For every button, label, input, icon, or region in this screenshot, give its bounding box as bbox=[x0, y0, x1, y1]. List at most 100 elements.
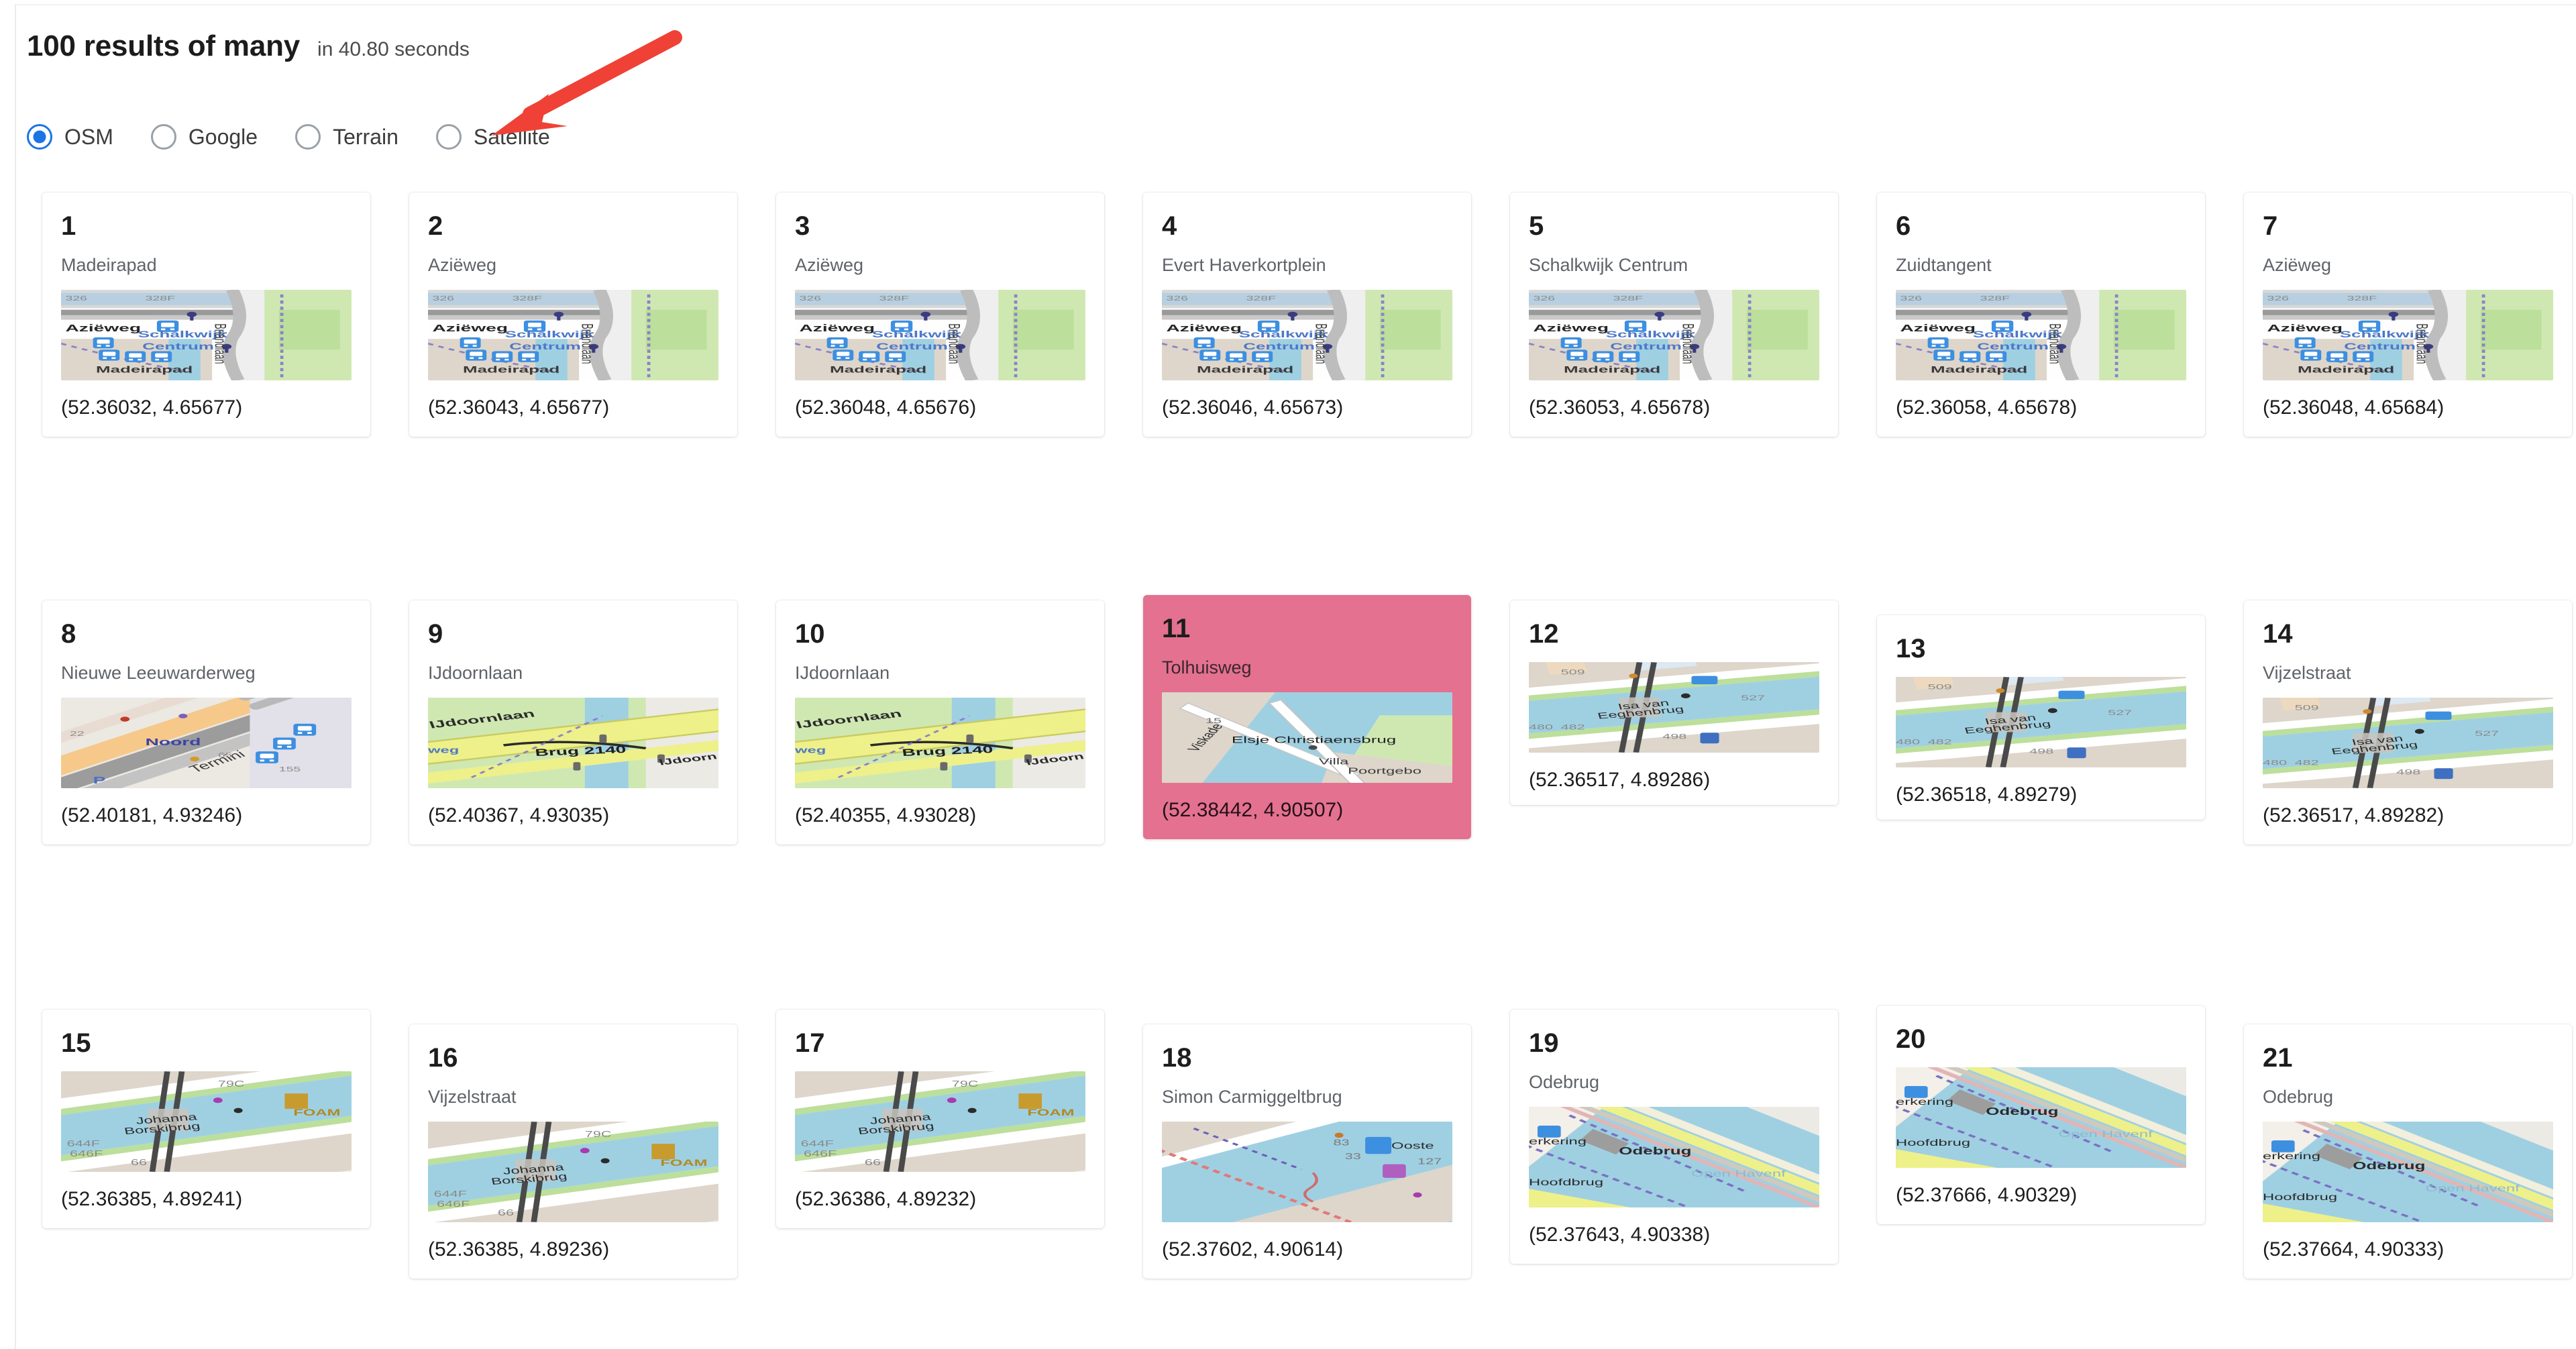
map-thumbnail[interactable]: OdebrugerkeringHoofdbrugOpen Havenf bbox=[2263, 1122, 2553, 1222]
result-card[interactable]: 18Simon CarmiggeltbrugOoste8333127(52.37… bbox=[1143, 1024, 1471, 1279]
svg-text:Madeirapad: Madeirapad bbox=[463, 365, 559, 375]
svg-text:66: 66 bbox=[131, 1157, 147, 1167]
result-card[interactable]: 6ZuidtangentAziëwegSchalkwijkCentrumMade… bbox=[1877, 193, 2205, 437]
result-index: 6 bbox=[1896, 213, 2186, 239]
result-card[interactable]: 7AziëwegAziëwegSchalkwijkCentrumMadeirap… bbox=[2244, 193, 2572, 437]
result-card[interactable]: 13Isa vanEeghenbrug509527480482498(52.36… bbox=[1877, 615, 2205, 820]
basemap-radio-group[interactable]: OSM Google Terrain Satellite bbox=[27, 124, 588, 150]
map-thumbnail[interactable]: AziëwegSchalkwijkCentrumMadeirapadBriand… bbox=[2263, 290, 2553, 380]
radio-osm-icon[interactable] bbox=[27, 124, 52, 150]
result-name: Evert Haverkortplein bbox=[1162, 254, 1452, 276]
map-thumbnail[interactable]: NoordTermini2265155P bbox=[61, 698, 352, 788]
map-thumbnail[interactable]: JohannaBorskibrugFOAM79C644F646F66 bbox=[795, 1071, 1085, 1172]
map-thumbnail[interactable]: Ooste8333127 bbox=[1162, 1122, 1452, 1222]
svg-text:326: 326 bbox=[1166, 294, 1188, 302]
result-name: Madeirapad bbox=[61, 254, 352, 276]
svg-text:644F: 644F bbox=[801, 1138, 835, 1148]
result-card[interactable]: 9IJdoornlaanIJdoornlaanBrug 2140IJdoornw… bbox=[409, 600, 737, 845]
map-thumbnail[interactable]: JohannaBorskibrugFOAM79C644F646F66 bbox=[428, 1122, 718, 1222]
result-card[interactable]: 17JohannaBorskibrugFOAM79C644F646F66(52.… bbox=[776, 1010, 1104, 1228]
results-elapsed-time: in 40.80 seconds bbox=[317, 38, 470, 61]
result-card[interactable]: 20OdebrugerkeringHoofdbrugOpen Havenf(52… bbox=[1877, 1006, 2205, 1224]
svg-text:509: 509 bbox=[1561, 667, 1585, 676]
svg-text:328F: 328F bbox=[1246, 294, 1276, 302]
radio-satellite-icon[interactable] bbox=[436, 124, 462, 150]
result-card[interactable]: 10IJdoornlaanIJdoornlaanBrug 2140IJdoorn… bbox=[776, 600, 1104, 845]
svg-text:Aziëweg: Aziëweg bbox=[65, 323, 141, 334]
result-card[interactable]: 21OdebrugOdebrugerkeringHoofdbrugOpen Ha… bbox=[2244, 1024, 2572, 1279]
map-thumbnail[interactable]: AziëwegSchalkwijkCentrumMadeirapadBriand… bbox=[1896, 290, 2186, 380]
svg-text:Briandlaan: Briandlaan bbox=[1678, 323, 1696, 364]
svg-text:646F: 646F bbox=[70, 1149, 103, 1158]
svg-text:Aziëweg: Aziëweg bbox=[799, 323, 875, 334]
result-card[interactable]: 15JohannaBorskibrugFOAM79C644F646F66(52.… bbox=[42, 1010, 370, 1228]
result-card[interactable]: 19OdebrugOdebrugerkeringHoofdbrugOpen Ha… bbox=[1510, 1010, 1838, 1264]
svg-text:Ooste: Ooste bbox=[1391, 1141, 1434, 1152]
result-name: IJdoornlaan bbox=[428, 662, 718, 684]
map-thumbnail[interactable]: AziëwegSchalkwijkCentrumMadeirapadBriand… bbox=[428, 290, 718, 380]
map-thumbnail[interactable]: Isa vanEeghenbrug509527480482498 bbox=[1529, 662, 1819, 753]
svg-text:Aziëweg: Aziëweg bbox=[1166, 323, 1242, 334]
svg-text:33: 33 bbox=[1345, 1151, 1361, 1161]
map-thumbnail-image: NoordTermini2265155P bbox=[61, 698, 352, 788]
result-card[interactable]: 12Isa vanEeghenbrug509527480482498(52.36… bbox=[1510, 600, 1838, 805]
result-coordinates: (52.40367, 4.93035) bbox=[428, 804, 718, 827]
result-card[interactable]: 8Nieuwe LeeuwarderwegNoordTermini2265155… bbox=[42, 600, 370, 845]
svg-text:Open Havenf: Open Havenf bbox=[1691, 1169, 1786, 1179]
map-thumbnail[interactable]: Isa vanEeghenbrug509527480482498 bbox=[1896, 677, 2186, 767]
map-thumbnail[interactable]: IJdoornlaanBrug 2140IJdoornweg bbox=[428, 698, 718, 788]
results-count: 100 results of many bbox=[27, 30, 300, 63]
result-card[interactable]: 16VijzelstraatJohannaBorskibrugFOAM79C64… bbox=[409, 1024, 737, 1279]
svg-text:Villa: Villa bbox=[1319, 757, 1349, 767]
result-index: 20 bbox=[1896, 1026, 2186, 1053]
map-thumbnail[interactable]: AziëwegSchalkwijkCentrumMadeirapadBriand… bbox=[61, 290, 352, 380]
map-thumbnail-image: IJdoornlaanBrug 2140IJdoornweg bbox=[428, 698, 718, 788]
result-card[interactable]: 4Evert HaverkortpleinAziëwegSchalkwijkCe… bbox=[1143, 193, 1471, 437]
result-card[interactable]: 14VijzelstraatIsa vanEeghenbrug509527480… bbox=[2244, 600, 2572, 845]
map-thumbnail[interactable]: ViskadeElsje ChristiaensbrugVillaPoortge… bbox=[1162, 692, 1452, 783]
result-index: 16 bbox=[428, 1044, 718, 1071]
map-thumbnail[interactable]: OdebrugerkeringHoofdbrugOpen Havenf bbox=[1896, 1067, 2186, 1168]
svg-text:65: 65 bbox=[218, 752, 233, 759]
svg-text:482: 482 bbox=[1928, 737, 1952, 746]
svg-text:Centrum: Centrum bbox=[2344, 341, 2416, 352]
result-coordinates: (52.40181, 4.93246) bbox=[61, 804, 352, 827]
svg-text:328F: 328F bbox=[1980, 294, 2010, 302]
result-card[interactable]: 11TolhuiswegViskadeElsje Christiaensbrug… bbox=[1143, 595, 1471, 839]
radio-terrain-icon[interactable] bbox=[295, 124, 321, 150]
svg-text:509: 509 bbox=[1928, 682, 1952, 691]
map-thumbnail-image: OdebrugerkeringHoofdbrugOpen Havenf bbox=[2263, 1122, 2553, 1222]
result-name: IJdoornlaan bbox=[795, 662, 1085, 684]
svg-text:Open Havenf: Open Havenf bbox=[2425, 1183, 2520, 1194]
basemap-option-satellite[interactable]: Satellite bbox=[436, 124, 550, 150]
map-thumbnail[interactable]: AziëwegSchalkwijkCentrumMadeirapadBriand… bbox=[795, 290, 1085, 380]
svg-text:Hoofdbrug: Hoofdbrug bbox=[1529, 1177, 1603, 1188]
map-thumbnail[interactable]: AziëwegSchalkwijkCentrumMadeirapadBriand… bbox=[1529, 290, 1819, 380]
svg-text:527: 527 bbox=[1741, 694, 1765, 702]
basemap-option-terrain[interactable]: Terrain bbox=[295, 124, 398, 150]
svg-text:Briandlaan: Briandlaan bbox=[2045, 323, 2063, 364]
svg-text:weg: weg bbox=[795, 746, 826, 755]
svg-text:erkering: erkering bbox=[2263, 1151, 2320, 1162]
map-thumbnail[interactable]: JohannaBorskibrugFOAM79C644F646F66 bbox=[61, 1071, 352, 1172]
result-card[interactable]: 5Schalkwijk CentrumAziëwegSchalkwijkCent… bbox=[1510, 193, 1838, 437]
map-thumbnail[interactable]: OdebrugerkeringHoofdbrugOpen Havenf bbox=[1529, 1107, 1819, 1207]
map-thumbnail-image: JohannaBorskibrugFOAM79C644F646F66 bbox=[428, 1122, 718, 1222]
basemap-option-label: Satellite bbox=[474, 125, 550, 150]
map-thumbnail-image: Isa vanEeghenbrug509527480482498 bbox=[1529, 662, 1819, 753]
radio-google-icon[interactable] bbox=[151, 124, 176, 150]
svg-text:Briandlaan: Briandlaan bbox=[578, 323, 595, 364]
basemap-option-google[interactable]: Google bbox=[151, 124, 258, 150]
map-thumbnail[interactable]: AziëwegSchalkwijkCentrumMadeirapadBriand… bbox=[1162, 290, 1452, 380]
result-card[interactable]: 3AziëwegAziëwegSchalkwijkCentrumMadeirap… bbox=[776, 193, 1104, 437]
basemap-option-osm[interactable]: OSM bbox=[27, 124, 113, 150]
result-coordinates: (52.36048, 4.65676) bbox=[795, 396, 1085, 419]
svg-text:83: 83 bbox=[1333, 1138, 1349, 1147]
map-thumbnail[interactable]: Isa vanEeghenbrug509527480482498 bbox=[2263, 698, 2553, 788]
result-card[interactable]: 2AziëwegAziëwegSchalkwijkCentrumMadeirap… bbox=[409, 193, 737, 437]
svg-text:66: 66 bbox=[865, 1157, 881, 1167]
map-thumbnail[interactable]: IJdoornlaanBrug 2140IJdoornweg bbox=[795, 698, 1085, 788]
svg-text:Centrum: Centrum bbox=[876, 341, 948, 352]
result-card[interactable]: 1MadeirapadAziëwegSchalkwijkCentrumMadei… bbox=[42, 193, 370, 437]
result-name: Vijzelstraat bbox=[2263, 662, 2553, 684]
